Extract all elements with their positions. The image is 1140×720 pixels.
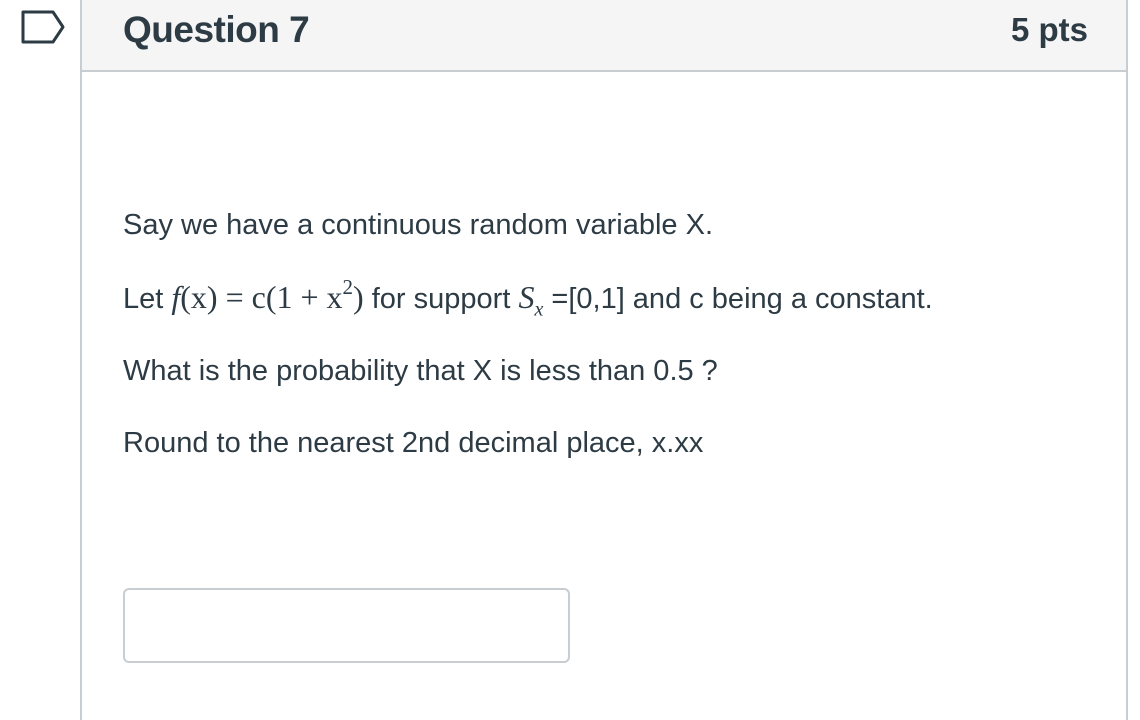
support-symbol: Sx [518,279,543,320]
question-text: Say we have a continuous random variable… [123,208,1113,498]
formula-f: f [171,279,181,315]
line2-middle: for support [363,283,519,315]
question-line-1: Say we have a continuous random variable… [123,209,714,241]
question-points: 5 pts [1010,11,1088,48]
support-S: S [518,279,535,315]
formula-close: ) [353,279,364,315]
density-formula: f(x) = c(1 + x2) [171,277,364,315]
line2-suffix: =[0,1] and c being a constant. [543,283,933,315]
question-line-2: Let f(x) = c(1 + x2) for support Sx =[0,… [123,277,1113,320]
answer-input[interactable] [123,588,570,663]
question-line-3: What is the probability that X is less t… [123,355,718,387]
formula-exponent: 2 [342,275,354,300]
question-header: Question 7 5 pts [82,0,1126,72]
question-line-4: Round to the nearest 2nd decimal place, … [123,427,704,459]
line2-prefix: Let [123,283,172,315]
formula-body: (x) = c(1 + x [180,279,343,315]
question-title: Question 7 [123,9,310,50]
question-card: Question 7 5 pts Say we have a continuou… [80,0,1128,720]
flag-question-icon[interactable] [20,10,66,44]
support-subscript: x [534,298,544,321]
